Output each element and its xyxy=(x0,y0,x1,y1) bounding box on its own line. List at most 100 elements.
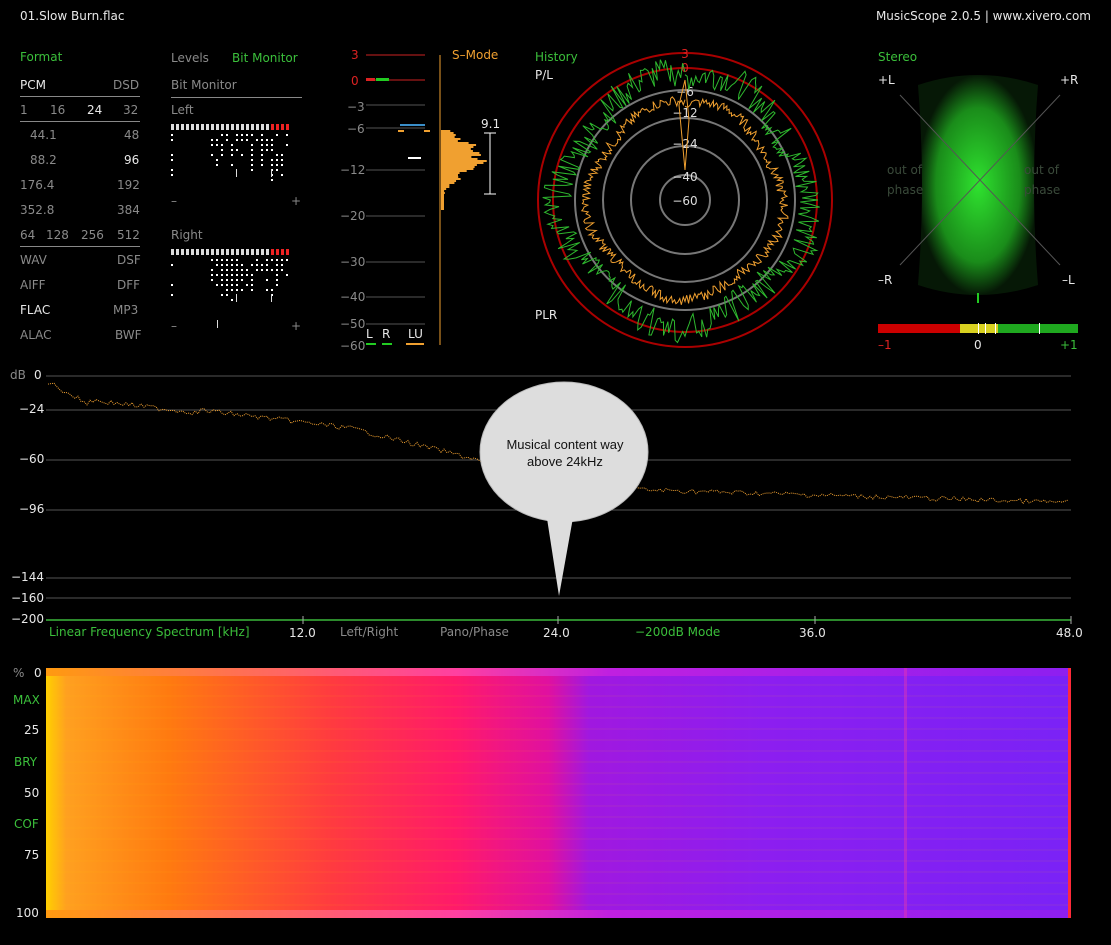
out-of-phase-right-2: phase xyxy=(1024,183,1061,197)
spectrogram-cof[interactable]: COF xyxy=(14,817,39,831)
bit-dot xyxy=(226,269,228,271)
bit-cell xyxy=(211,124,214,130)
bit-dot xyxy=(216,284,218,286)
bit-dot xyxy=(211,259,213,261)
bit-dot xyxy=(231,289,233,291)
bit-dot xyxy=(226,289,228,291)
bit-dot xyxy=(231,269,233,271)
bit-dot xyxy=(256,139,258,141)
bit-dot xyxy=(236,139,238,141)
bit-dot xyxy=(286,259,288,261)
loudness-histogram-bar xyxy=(441,192,445,194)
bit-cell xyxy=(251,249,254,255)
bit-dot xyxy=(221,279,223,281)
spectrum-x-48: 48.0 xyxy=(1056,626,1083,640)
bit-dot xyxy=(251,149,253,151)
app-title[interactable]: MusicScope 2.0.5 | www.xivero.com xyxy=(876,9,1091,23)
loudness-histogram-bar xyxy=(441,204,444,206)
bit-dot xyxy=(261,139,263,141)
loudness-histogram-bar xyxy=(441,134,456,136)
bit-dot xyxy=(261,264,263,266)
db200-mode-button[interactable]: −200dB Mode xyxy=(635,625,720,639)
bit-dot xyxy=(251,164,253,166)
codec-wav: WAV xyxy=(20,253,47,267)
bit-cell xyxy=(211,249,214,255)
format-divider xyxy=(20,121,140,122)
bit-cell xyxy=(176,124,179,130)
stereo-minus-r: –R xyxy=(878,273,893,287)
bit-dot xyxy=(276,164,278,166)
loudness-histogram-bar xyxy=(441,160,487,162)
bit-cell xyxy=(206,249,209,255)
spectrogram-bry[interactable]: BRY xyxy=(14,755,37,769)
stereo-plus-l: +L xyxy=(878,73,895,87)
bit-dot xyxy=(236,284,238,286)
codec-alac: ALAC xyxy=(20,328,52,342)
bit-dot xyxy=(236,134,238,136)
bit-cell xyxy=(256,249,259,255)
meter-peak-l xyxy=(366,78,375,81)
spectrum-x-12: 12.0 xyxy=(289,626,316,640)
tab-bit-monitor[interactable]: Bit Monitor xyxy=(232,51,298,65)
bit-dot xyxy=(221,144,223,146)
bit-cell xyxy=(226,249,229,255)
loudness-histogram-bar xyxy=(441,168,474,170)
bit-dot xyxy=(276,154,278,156)
meter-scale-m40: −40 xyxy=(340,290,366,304)
bit-dot xyxy=(236,269,238,271)
spectrum-mode-button[interactable]: Linear Frequency Spectrum [kHz] xyxy=(49,625,250,639)
loudness-histogram-bar xyxy=(441,202,444,204)
bit-dot xyxy=(211,274,213,276)
bit-dot xyxy=(276,134,278,136)
loudness-histogram-bar xyxy=(441,206,444,208)
bit-dot xyxy=(261,164,263,166)
format-divider xyxy=(20,96,140,97)
history-title: History xyxy=(535,50,578,64)
bit-cell xyxy=(191,249,194,255)
corr-marker xyxy=(1039,323,1040,334)
bit-cell xyxy=(236,249,239,255)
codec-bwf: BWF xyxy=(115,328,142,342)
spectrum-x-36: 36.0 xyxy=(799,626,826,640)
s-mode-label[interactable]: S–Mode xyxy=(452,48,498,62)
bit-dot xyxy=(226,134,228,136)
spectrum-y-160: −160 xyxy=(11,591,44,605)
bit-cell xyxy=(271,249,274,255)
bit-cell xyxy=(241,124,244,130)
bit-dot xyxy=(226,279,228,281)
codec-dff: DFF xyxy=(117,278,141,292)
left-right-button[interactable]: Left/Right xyxy=(340,625,398,639)
loudness-histogram-bar xyxy=(441,162,484,164)
corr-marker xyxy=(978,323,979,334)
frequency-spectrum-graph xyxy=(46,375,1072,624)
bit-dot xyxy=(251,264,253,266)
loudness-histogram-bar xyxy=(441,158,478,160)
bit-dot xyxy=(251,134,253,136)
bit-dot xyxy=(171,134,173,136)
loudness-histogram-bar xyxy=(441,154,481,156)
bit-dot xyxy=(221,294,223,296)
meter-scale-m50: −50 xyxy=(340,317,366,331)
bit-dot xyxy=(256,269,258,271)
bit-dot xyxy=(276,259,278,261)
rate-384: 384 xyxy=(117,203,140,217)
bit-dot xyxy=(266,139,268,141)
loudness-histogram-bar xyxy=(441,170,467,172)
bit-cell xyxy=(221,249,224,255)
bit-16: 16 xyxy=(50,103,66,117)
bit-cell xyxy=(261,124,264,130)
history-plr-label: PLR xyxy=(535,308,558,322)
bit-dot xyxy=(266,289,268,291)
ring-label-3: 3 xyxy=(681,47,689,61)
spectrogram-stripe xyxy=(904,668,907,918)
bit-dot xyxy=(261,269,263,271)
spectrum-x-24: 24.0 xyxy=(543,626,570,640)
pano-phase-button[interactable]: Pano/Phase xyxy=(440,625,509,639)
bit-dot xyxy=(241,139,243,141)
bit-cell xyxy=(231,249,234,255)
spectrogram-max[interactable]: MAX xyxy=(13,693,40,707)
bit-dot xyxy=(231,259,233,261)
out-of-phase-right: out of xyxy=(1024,163,1060,177)
loudness-histogram-bar xyxy=(441,164,477,166)
tab-levels[interactable]: Levels xyxy=(171,51,209,65)
